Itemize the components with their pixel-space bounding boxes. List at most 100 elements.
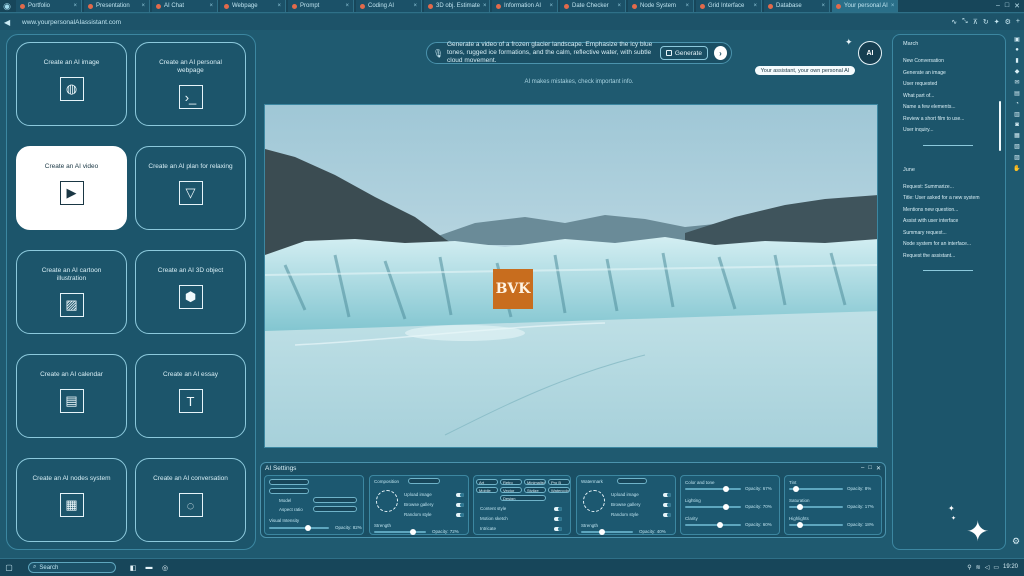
style-chip-art[interactable]: Art	[476, 479, 498, 485]
assistant-avatar[interactable]: AI	[858, 41, 882, 65]
puzzle-icon[interactable]: ✦	[994, 18, 1000, 26]
card-5[interactable]: Create an AI 3D object ⬢	[135, 250, 246, 334]
tab-8[interactable]: Date Checker ×	[560, 0, 626, 12]
history-item[interactable]: Request: Summarize...	[903, 184, 954, 190]
taskbar-search[interactable]: ⌕ Search	[28, 562, 116, 573]
clock-text[interactable]: 19:20	[1003, 564, 1018, 571]
history-item[interactable]: Review a short film to use...	[903, 116, 964, 122]
style-chip-mobile[interactable]: Mobile	[476, 487, 498, 493]
note-icon[interactable]: ▧	[1012, 143, 1022, 150]
tab-close-icon[interactable]: ×	[549, 3, 553, 9]
tab-9[interactable]: Node System ×	[628, 0, 694, 12]
wm-upload-image-toggle[interactable]	[663, 493, 671, 497]
pin-icon[interactable]: ⊼	[973, 18, 978, 26]
watermark-select[interactable]	[617, 478, 647, 484]
history-item[interactable]: Summary request...	[903, 230, 947, 236]
tab-1[interactable]: Presentation ×	[84, 0, 150, 12]
style-chip-minimalist[interactable]: Minimalist	[524, 479, 546, 485]
close-icon[interactable]: ✕	[876, 465, 881, 472]
content-style-toggle[interactable]	[554, 507, 562, 511]
visual-intensity-slider[interactable]	[269, 525, 329, 531]
model-dropdown-a[interactable]	[269, 479, 309, 485]
close-icon[interactable]: ✕	[1014, 2, 1020, 10]
resize-icon[interactable]: ⤡	[962, 18, 968, 26]
tab-close-icon[interactable]: ×	[141, 3, 145, 9]
history-item[interactable]: Assist with user interface	[903, 218, 958, 224]
doc-icon[interactable]: ▤	[1012, 90, 1022, 97]
history-item[interactable]: Name a few elements...	[903, 104, 956, 110]
strength-slider[interactable]	[374, 529, 426, 535]
style-chip-vector[interactable]: Vector	[500, 487, 522, 493]
composition-select[interactable]	[408, 478, 440, 484]
plus-icon[interactable]: +	[1016, 18, 1020, 26]
chat-icon[interactable]: ▣	[1012, 36, 1022, 43]
prompt-input[interactable]: Generate a video of a frozen glacier lan…	[447, 41, 654, 65]
lighting-slider[interactable]	[685, 504, 741, 510]
bookmark-icon[interactable]: ▮	[1012, 57, 1022, 64]
url-field[interactable]: www.yourpersonalAIassistant.com	[22, 19, 121, 26]
generated-video-preview[interactable]: BVK	[264, 104, 878, 448]
tab-close-icon[interactable]: ×	[483, 3, 487, 9]
tab-close-icon[interactable]: ×	[617, 3, 621, 9]
style-chip-stylize[interactable]: Stylize	[524, 487, 546, 493]
history-item[interactable]: New Conversation	[903, 58, 944, 64]
tab-close-icon[interactable]: ×	[821, 3, 825, 9]
random-style-toggle[interactable]	[456, 513, 464, 517]
browser-app-icon[interactable]: ◎	[160, 563, 170, 573]
person-icon[interactable]: ⚲	[967, 564, 971, 571]
saturation-slider[interactable]	[789, 504, 843, 510]
tab-2[interactable]: AI Chat ×	[152, 0, 218, 12]
wm-random-style-toggle[interactable]	[663, 513, 671, 517]
microphone-icon[interactable]: 🎙	[433, 49, 443, 58]
user-icon[interactable]: ●	[1012, 47, 1022, 53]
gear-icon[interactable]: ⚙	[1012, 536, 1020, 547]
aspect-select[interactable]	[313, 506, 357, 512]
tab-4[interactable]: Prompt ×	[288, 0, 354, 12]
window-icon[interactable]: ◧	[128, 563, 138, 573]
history-item[interactable]: Title: User asked for a new system	[903, 195, 980, 201]
card-9[interactable]: Create an AI conversation ◌	[135, 458, 246, 542]
card-7[interactable]: Create an AI essay T	[135, 354, 246, 438]
tab-close-icon[interactable]: ×	[345, 3, 349, 9]
browser-logo-icon[interactable]: ◉	[0, 0, 14, 13]
wave-icon[interactable]: ∿	[951, 18, 957, 26]
upload-image-toggle[interactable]	[456, 493, 464, 497]
minimize-icon[interactable]: –	[996, 2, 1000, 10]
folder-icon[interactable]: ▬	[144, 563, 154, 573]
history-item[interactable]: Node system for an interface...	[903, 241, 971, 247]
tab-close-icon[interactable]: ×	[753, 3, 757, 9]
volume-icon[interactable]: ◁	[985, 564, 990, 571]
history-item[interactable]: User inquiry...	[903, 127, 933, 133]
bell-icon[interactable]: ◔	[1012, 101, 1022, 107]
history-item[interactable]: What part of...	[903, 93, 934, 99]
card-1[interactable]: Create an AI personal webpage ›_	[135, 42, 246, 126]
wm-strength-slider[interactable]	[581, 529, 633, 535]
history-item[interactable]: Mentions new question...	[903, 207, 958, 213]
tab-0[interactable]: Portfolio ×	[16, 0, 82, 12]
wifi-icon[interactable]: ≋	[976, 564, 981, 571]
composition-upload-zone[interactable]	[376, 490, 398, 512]
card-2[interactable]: Create an AI video ▶	[16, 146, 127, 230]
back-arrow-icon[interactable]: ◀	[4, 18, 16, 27]
history-item[interactable]: Generate an image	[903, 70, 946, 76]
restore-icon[interactable]: □	[868, 465, 872, 472]
tab-3[interactable]: Webpage ×	[220, 0, 286, 12]
tab-6[interactable]: 3D obj. Estimate ×	[424, 0, 490, 12]
battery-icon[interactable]: ▭	[993, 564, 999, 571]
settings-icon[interactable]: ⚙	[1005, 18, 1011, 26]
tab-10[interactable]: Grid Interface ×	[696, 0, 762, 12]
tab-5[interactable]: Coding AI ×	[356, 0, 422, 12]
history-item[interactable]: Request the assistant...	[903, 253, 955, 259]
card-4[interactable]: Create an AI cartoon illustration ▨	[16, 250, 127, 334]
refresh-icon[interactable]: ↻	[983, 18, 989, 26]
tab-7[interactable]: Information AI ×	[492, 0, 558, 12]
tab-11[interactable]: Database ×	[764, 0, 830, 12]
send-button[interactable]: ›	[713, 46, 727, 60]
tab-close-icon[interactable]: ×	[277, 3, 281, 9]
ticket-icon[interactable]: ▥	[1012, 111, 1022, 118]
outlook-icon[interactable]: ◙	[1012, 122, 1022, 128]
generate-button[interactable]: Generate	[659, 46, 708, 60]
style-chip-retro[interactable]: Retro	[500, 479, 522, 485]
intricate-toggle[interactable]	[554, 527, 562, 531]
clarity-slider[interactable]	[685, 522, 741, 528]
